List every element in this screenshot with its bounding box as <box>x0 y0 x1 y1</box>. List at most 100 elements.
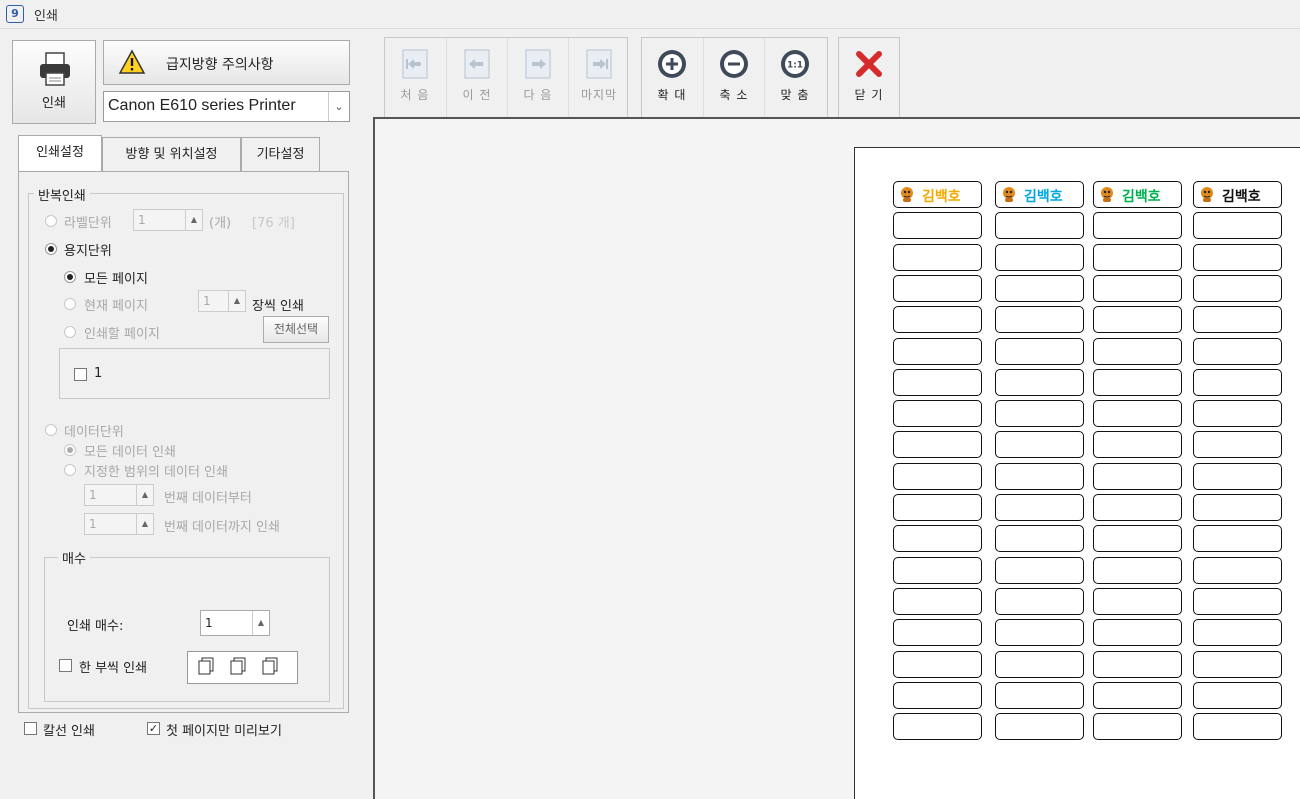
label-cell <box>995 588 1084 615</box>
label-cell <box>1093 557 1182 584</box>
paper-unit-radio[interactable] <box>45 243 57 255</box>
printer-select[interactable]: Canon E610 series Printer ⌄ <box>103 91 350 122</box>
chevron-down-icon[interactable]: ⌄ <box>328 92 349 121</box>
copies-legend: 매수 <box>58 548 90 567</box>
label-cell <box>893 212 982 239</box>
stepper-arrows-icon[interactable]: ▲ <box>136 514 153 534</box>
data-unit-radio[interactable] <box>45 424 57 436</box>
label-cell <box>1193 275 1282 302</box>
label-name-text: 김백호 <box>922 189 961 205</box>
stepper-arrows-icon[interactable]: ▲ <box>185 210 202 230</box>
collate-checkbox[interactable] <box>59 659 72 672</box>
zoom-out-icon <box>720 50 748 78</box>
label-cell <box>1193 494 1282 521</box>
range-to-value: 1 <box>89 517 97 531</box>
fit-button[interactable]: 1:1 맞 춤 <box>764 38 825 117</box>
label-cell <box>893 619 982 646</box>
label-name-text: 김백호 <box>1222 189 1261 205</box>
label-cell <box>893 557 982 584</box>
collate-pages-icon <box>198 657 278 675</box>
repeat-print-legend: 반복인쇄 <box>34 185 90 204</box>
label-cell <box>1193 682 1282 709</box>
first-page-button[interactable]: 처 음 <box>385 38 445 117</box>
label-header-cell: 김백호 <box>893 181 982 208</box>
current-page-radio[interactable] <box>64 298 76 310</box>
last-page-icon <box>586 49 612 79</box>
label-cell <box>893 494 982 521</box>
next-page-button[interactable]: 다 음 <box>507 38 568 117</box>
data-unit-label: 데이터단위 <box>64 425 124 440</box>
label-cell <box>893 306 982 333</box>
all-pages-radio[interactable] <box>64 271 76 283</box>
label-cell <box>893 244 982 271</box>
label-cell <box>1193 588 1282 615</box>
label-cell <box>1093 369 1182 396</box>
label-unit-stepper[interactable]: 1 ▲ <box>133 209 203 231</box>
label-cell <box>1093 244 1182 271</box>
label-cell <box>1093 463 1182 490</box>
print-button[interactable]: 인쇄 <box>12 40 96 124</box>
range-to-stepper[interactable]: 1 ▲ <box>84 513 154 535</box>
label-cell <box>995 369 1084 396</box>
label-cell <box>893 275 982 302</box>
label-cell <box>1193 557 1282 584</box>
last-page-button[interactable]: 마지막 <box>568 38 629 117</box>
collate-preview <box>187 651 298 684</box>
tiger-mascot-icon <box>1003 187 1015 202</box>
label-cell <box>995 713 1084 740</box>
zoom-in-button[interactable]: 확 대 <box>642 38 702 117</box>
zoom-out-button[interactable]: 축 소 <box>703 38 764 117</box>
label-cell <box>1093 212 1182 239</box>
tab-print-settings[interactable]: 인쇄설정 <box>18 135 102 171</box>
label-cell <box>893 431 982 458</box>
pages-to-print-radio[interactable] <box>64 326 76 338</box>
close-button[interactable]: 닫 기 <box>839 38 899 117</box>
label-header-cell: 김백호 <box>995 181 1084 208</box>
range-data-radio[interactable] <box>64 464 76 476</box>
last-page-label: 마지막 <box>580 88 618 102</box>
label-cell <box>1193 619 1282 646</box>
label-cell <box>995 275 1084 302</box>
first-page-only-checkbox[interactable]: ✓ <box>147 722 160 735</box>
label-cell <box>1193 338 1282 365</box>
label-cell <box>1093 494 1182 521</box>
current-page-stepper[interactable]: 1 ▲ <box>198 290 246 312</box>
label-cell <box>1193 651 1282 678</box>
page-1-checkbox[interactable] <box>74 368 87 381</box>
label-cell <box>1193 525 1282 552</box>
label-name-text: 김백호 <box>1122 189 1161 205</box>
printer-select-value: Canon E610 series Printer <box>108 97 296 114</box>
select-all-button[interactable]: 전체선택 <box>263 316 329 343</box>
tiger-mascot-icon <box>1201 187 1213 202</box>
label-cell <box>995 651 1084 678</box>
paper-unit-label: 용지단위 <box>64 244 112 259</box>
cut-line-checkbox[interactable] <box>24 722 37 735</box>
range-to-label: 번째 데이터까지 인쇄 <box>164 520 280 535</box>
label-header-cell: 김백호 <box>1093 181 1182 208</box>
stepper-arrows-icon[interactable]: ▲ <box>136 485 153 505</box>
copies-count-value: 1 <box>205 616 213 630</box>
label-cell <box>995 557 1084 584</box>
label-cell <box>1193 369 1282 396</box>
all-data-radio[interactable] <box>64 444 76 456</box>
copies-count-stepper[interactable]: 1 ▲ <box>200 610 270 636</box>
stepper-arrows-icon[interactable]: ▲ <box>228 291 245 311</box>
feed-direction-warning-button[interactable]: 급지방향 주의사항 <box>103 40 350 85</box>
close-label: 닫 기 <box>854 88 884 102</box>
print-button-label: 인쇄 <box>42 96 66 111</box>
label-cell <box>1193 713 1282 740</box>
current-page-label: 현재 페이지 <box>84 299 148 314</box>
tab-orientation-position[interactable]: 방향 및 위치설정 <box>102 137 241 171</box>
label-cell <box>995 619 1084 646</box>
label-cell <box>893 338 982 365</box>
label-cell <box>1093 338 1182 365</box>
label-cell <box>1093 651 1182 678</box>
range-from-stepper[interactable]: 1 ▲ <box>84 484 154 506</box>
label-unit-radio[interactable] <box>45 215 57 227</box>
preview-page: 김백호 김백호 김백호 김백호 <box>854 147 1300 799</box>
tab-other-settings[interactable]: 기타설정 <box>241 137 320 171</box>
label-cell <box>1193 431 1282 458</box>
previous-page-button[interactable]: 이 전 <box>446 38 507 117</box>
stepper-arrows-icon[interactable]: ▲ <box>252 611 269 635</box>
page-1-label: 1 <box>94 366 103 381</box>
